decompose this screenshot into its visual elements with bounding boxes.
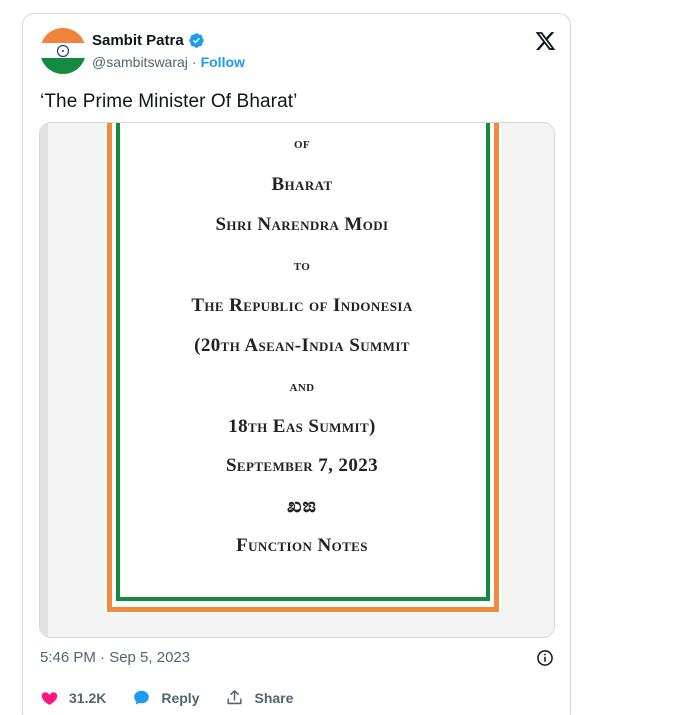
share-label: Share (254, 689, 294, 706)
doc-line-and: and (289, 378, 315, 395)
share-button[interactable]: Share (225, 688, 293, 707)
tweet-text: ‘The Prime Minister Of Bharat’ (40, 91, 298, 112)
info-icon[interactable] (535, 648, 555, 668)
document-page-image: of Bharat Shri Narendra Modi to The Repu… (40, 123, 554, 637)
doc-line-ornament: ಖಙ (287, 495, 317, 517)
tweet-timestamp[interactable]: 5:46 PM · Sep 5, 2023 (40, 649, 190, 666)
tweet-image[interactable]: of Bharat Shri Narendra Modi to The Repu… (39, 122, 555, 638)
tweet-actions: 31.2K Reply Share (40, 688, 319, 707)
doc-line-date: September 7, 2023 (225, 455, 379, 476)
saffron-border-right (494, 123, 499, 612)
doc-line-asean: (20th Asean-India Summit (194, 335, 410, 356)
saffron-border-bottom (107, 607, 499, 612)
reply-button[interactable]: Reply (132, 688, 199, 707)
author-handle-row: @sambitswaraj · Follow (92, 54, 245, 70)
follow-button[interactable]: Follow (201, 54, 245, 70)
verified-badge-icon (188, 33, 204, 48)
avatar[interactable] (40, 28, 86, 74)
doc-line-to: to (293, 257, 311, 274)
doc-line-eas: 18th Eas Summit) (228, 416, 376, 437)
tweet-card: Sambit Patra @sambitswaraj · Follow ‘The… (22, 13, 571, 715)
reply-bubble-icon (134, 690, 150, 705)
heart-icon (41, 692, 58, 705)
like-button[interactable]: 31.2K (40, 688, 106, 707)
doc-line-republic: The Republic of Indonesia (191, 295, 413, 316)
green-border-right (486, 123, 490, 601)
doc-line-name: Shri Narendra Modi (215, 214, 389, 235)
doc-line-of: of (293, 135, 311, 152)
green-border-bottom (116, 597, 490, 601)
tweet-header: Sambit Patra @sambitswaraj · Follow (40, 28, 557, 76)
share-icon (227, 690, 243, 705)
doc-line-bharat: Bharat (271, 174, 333, 195)
x-logo-icon[interactable] (534, 30, 557, 52)
green-border-left (116, 123, 120, 601)
author-name-row: Sambit Patra (92, 32, 205, 49)
author-name[interactable]: Sambit Patra (92, 32, 184, 49)
author-handle[interactable]: @sambitswaraj (92, 54, 188, 70)
reply-label: Reply (161, 689, 200, 706)
india-flag-avatar-icon (40, 28, 86, 74)
doc-line-function-notes: Function Notes (236, 535, 368, 556)
like-count: 31.2K (69, 689, 107, 706)
timestamp-row: 5:46 PM · Sep 5, 2023 (40, 649, 555, 673)
separator-dot: · (191, 54, 197, 70)
page-edge (40, 123, 48, 637)
saffron-border-left (107, 123, 112, 612)
